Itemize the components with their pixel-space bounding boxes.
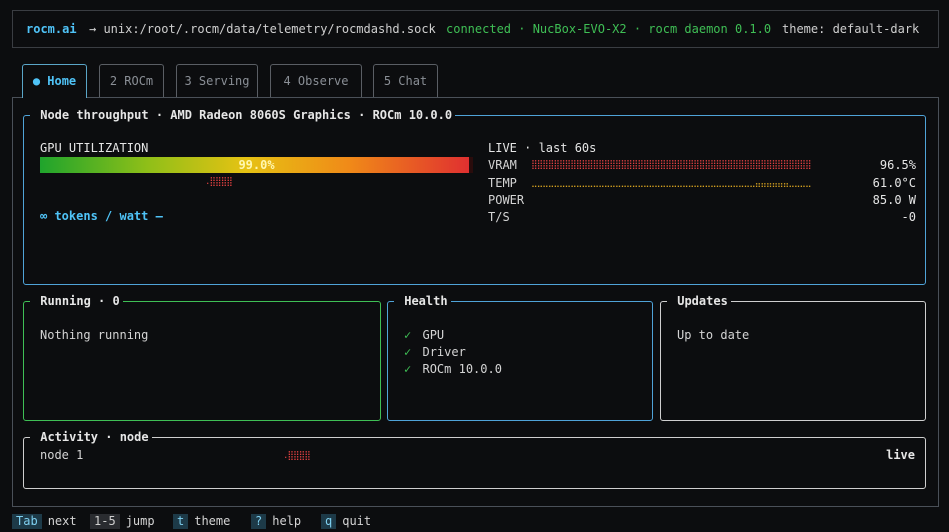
metric-power-value: 85.0 W [872, 193, 916, 207]
tab-rocm[interactable]: 2 ROCm [99, 64, 164, 97]
metric-tokens-per-second: T/S -0 [488, 209, 916, 225]
keybind-quit-label: quit [342, 514, 372, 528]
key-t: t [173, 514, 189, 529]
metric-temp-value: 61.0°C [872, 176, 916, 190]
throughput-title: Node throughput · AMD Radeon 8060S Graph… [30, 108, 456, 122]
check-icon: ✓ [404, 362, 412, 376]
keybind-help[interactable]: ? help [251, 514, 301, 529]
metric-vram-value: 96.5% [879, 158, 916, 172]
activity-live-label: live [886, 448, 915, 462]
connection-status: connected · NucBox-EVO-X2 · rocm daemon … [446, 22, 772, 36]
metric-vram: VRAM ⣿⣿⣿⣿⣿⣿⣿⣿⣿⣿⣿⣿⣿⣿⣿⣿⣿⣿⣿⣿⣿⣿⣿⣿⣿⣿⣿⣿⣿⣿⣿⣿⣿⣿⣿… [488, 157, 916, 173]
tab-rocm-label: 2 ROCm [109, 74, 154, 88]
health-title: Health [394, 294, 451, 308]
tab-observe[interactable]: 4 Observe [270, 64, 362, 97]
running-body: Nothing running [40, 328, 149, 342]
updates-panel: Updates [660, 294, 926, 421]
keybind-next[interactable]: Tab next [12, 514, 77, 529]
gpu-sparkline: .⣿⣿⣿⣿ [205, 177, 233, 187]
health-item-label: GPU [422, 328, 445, 342]
theme-indicator: theme: default-dark [782, 22, 920, 36]
socket-path: → unix:/root/.rocm/data/telemetry/rocmda… [89, 22, 436, 36]
metric-vram-label: VRAM [488, 158, 517, 172]
keybind-quit[interactable]: q quit [321, 514, 371, 529]
key-tab: Tab [12, 514, 42, 529]
tab-observe-label: 4 Observe [283, 74, 349, 88]
metric-temp-sparkline: ⣀⣀⣀⣀⣀⣀⣀⣀⣀⣀⣀⣀⣀⣀⣀⣀⣀⣀⣀⣀⣀⣀⣀⣀⣀⣀⣀⣀⣀⣀⣀⣀⣀⣀⣀⣀⣀⣀⣀⣀… [531, 178, 812, 188]
activity-panel: Activity · node [23, 430, 926, 489]
health-item-rocm: ✓ ROCm 10.0.0 [404, 362, 502, 376]
keybind-theme-label: theme [194, 514, 231, 528]
keybind-jump[interactable]: 1-5 jump [90, 514, 155, 529]
check-icon: ✓ [404, 328, 412, 342]
health-item-label: Driver [422, 345, 466, 359]
live-label: LIVE · last 60s [488, 141, 597, 155]
gpu-utilization-label: GPU UTILIZATION [40, 141, 149, 155]
tab-home-label: ● Home [32, 74, 77, 88]
health-panel: Health [387, 294, 653, 421]
check-icon: ✓ [404, 345, 412, 359]
updates-title: Updates [667, 294, 731, 308]
metric-power-label: POWER [488, 193, 525, 207]
tokens-per-watt: ∞ tokens / watt – [40, 209, 163, 223]
key-q: q [321, 514, 337, 529]
tab-serving[interactable]: 3 Serving [176, 64, 258, 97]
metric-temp-label: TEMP [488, 176, 517, 190]
tab-serving-label: 3 Serving [184, 74, 250, 88]
key-1-5: 1-5 [90, 514, 120, 529]
metric-power: POWER 85.0 W [488, 192, 916, 208]
running-panel: Running · 0 [23, 294, 381, 421]
tab-chat-label: 5 Chat [383, 74, 428, 88]
metric-tps-label: T/S [488, 210, 510, 224]
key-question: ? [251, 514, 267, 529]
health-item-driver: ✓ Driver [404, 345, 466, 359]
tab-chat[interactable]: 5 Chat [373, 64, 438, 97]
activity-title: Activity · node [30, 430, 152, 444]
keybind-theme[interactable]: t theme [173, 514, 230, 529]
gpu-utilization-bar: 99.0% [40, 157, 473, 173]
metric-tps-value: -0 [901, 210, 916, 224]
keybind-help-label: help [272, 514, 302, 528]
metric-vram-sparkline: ⣿⣿⣿⣿⣿⣿⣿⣿⣿⣿⣿⣿⣿⣿⣿⣿⣿⣿⣿⣿⣿⣿⣿⣿⣿⣿⣿⣿⣿⣿⣿⣿⣿⣿⣿⣿⣿⣿⣿⣿… [531, 160, 812, 170]
running-title: Running · 0 [30, 294, 123, 308]
keybind-next-label: next [47, 514, 77, 528]
tab-home[interactable]: ● Home [22, 64, 87, 98]
metric-temp: TEMP ⣀⣀⣀⣀⣀⣀⣀⣀⣀⣀⣀⣀⣀⣀⣀⣀⣀⣀⣀⣀⣀⣀⣀⣀⣀⣀⣀⣀⣀⣀⣀⣀⣀⣀⣀… [488, 175, 916, 191]
keybind-jump-label: jump [125, 514, 155, 528]
updates-body: Up to date [677, 328, 750, 342]
brand-label: rocm.ai [26, 22, 77, 36]
activity-node-label: node 1 [40, 448, 84, 462]
activity-sparkline: .⣿⣿⣿⣿ [283, 451, 311, 461]
health-item-label: ROCm 10.0.0 [422, 362, 502, 376]
gpu-utilization-value: 99.0% [238, 158, 275, 172]
health-item-gpu: ✓ GPU [404, 328, 444, 342]
